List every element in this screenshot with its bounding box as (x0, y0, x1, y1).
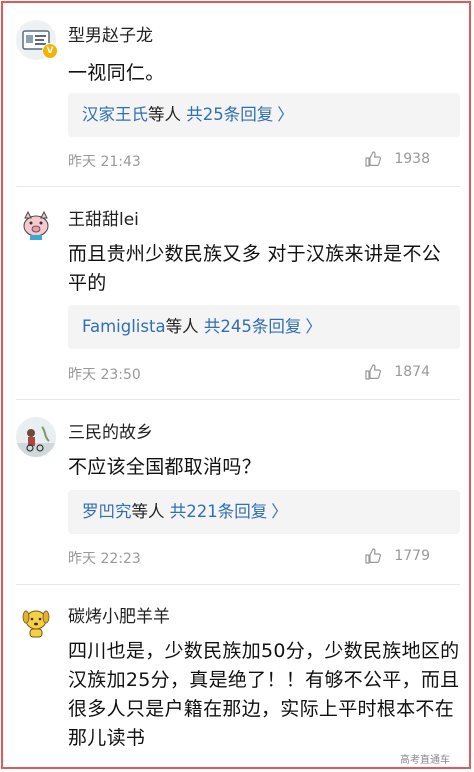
verified-badge-icon: V (42, 43, 58, 59)
reply-count-link[interactable]: 共25条回复 (186, 105, 273, 124)
divider (16, 186, 460, 187)
like-count: 1874 (394, 364, 430, 380)
timestamp: 昨天 21:43 (68, 154, 141, 170)
reply-names[interactable]: 汉家王氏 (82, 105, 148, 124)
chevron-right-icon: 〉 (277, 105, 294, 124)
thumbs-up-icon[interactable] (364, 547, 382, 565)
avatar[interactable] (16, 204, 56, 244)
divider (16, 399, 460, 400)
reply-mid-text: 等人 (131, 502, 165, 521)
divider (16, 584, 460, 585)
chevron-right-icon: 〉 (305, 317, 322, 336)
chevron-right-icon: 〉 (271, 502, 288, 521)
reply-summary[interactable]: 汉家王氏等人 共25条回复〉 (68, 93, 460, 137)
reply-summary[interactable]: 罗凹究等人 共221条回复〉 (68, 490, 460, 534)
timestamp: 昨天 23:50 (68, 367, 141, 383)
comment-text: 一视同仁。 (68, 62, 165, 84)
comment-text: 四川也是，少数民族加50分，少数民族地区的汉族加25分，真是绝了！！有够不公平，… (68, 640, 460, 749)
reply-count-link[interactable]: 共245条回复 (204, 317, 302, 336)
thumbs-up-icon[interactable] (364, 363, 382, 381)
like-count: 1938 (394, 151, 430, 167)
reply-mid-text: 等人 (165, 317, 199, 336)
avatar[interactable] (16, 417, 56, 457)
thumbs-up-icon[interactable] (364, 150, 382, 168)
comment-text: 不应该全国都取消吗？ (68, 456, 262, 478)
illustration-avatar-icon (16, 417, 56, 457)
reply-names[interactable]: 罗凹究 (82, 502, 132, 521)
reply-mid-text: 等人 (148, 105, 181, 124)
username[interactable]: 三民的故乡 (68, 418, 153, 443)
reply-summary[interactable]: Famiglista等人 共245条回复〉 (68, 305, 460, 349)
yellow-dog-avatar-icon (16, 601, 56, 641)
timestamp: 昨天 22:23 (68, 551, 141, 567)
avatar[interactable] (16, 601, 56, 641)
username[interactable]: 王甜甜lei (68, 205, 139, 230)
reply-count-link[interactable]: 共221条回复 (170, 502, 268, 521)
watermark: 高考直通车 (400, 755, 450, 766)
cartoon-pig-avatar-icon (16, 204, 56, 244)
username[interactable]: 型男赵子龙 (68, 21, 153, 46)
comment-text: 而且贵州少数民族又多 对于汉族来讲是不公平的 (68, 243, 442, 294)
like-count: 1779 (394, 548, 430, 564)
reply-names[interactable]: Famiglista (82, 317, 166, 336)
username[interactable]: 碳烤小肥羊羊 (68, 602, 170, 627)
